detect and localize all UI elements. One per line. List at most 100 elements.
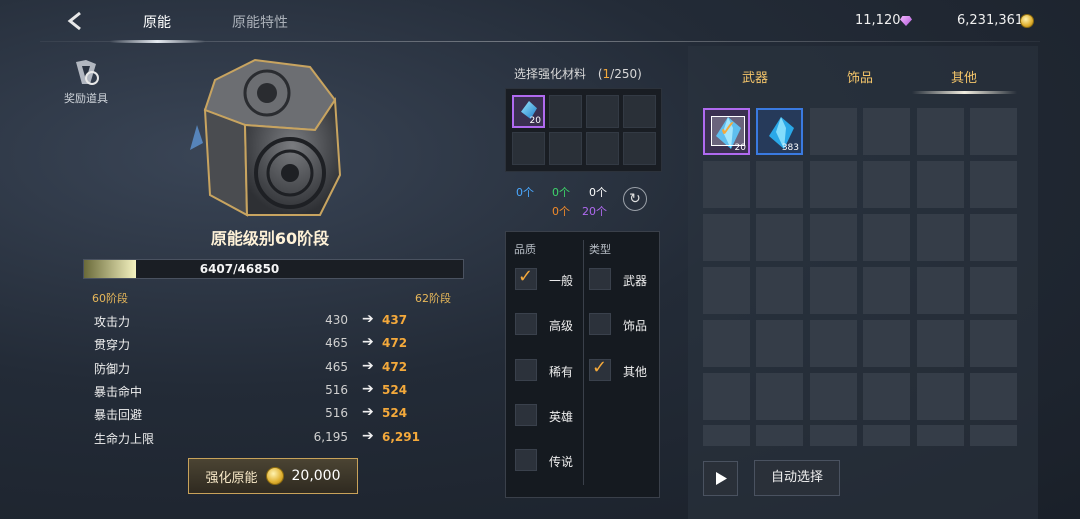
inventory-slot[interactable]: [810, 320, 857, 367]
type-label: 饰品: [623, 319, 648, 333]
inventory-tab-weapon[interactable]: 武器: [742, 67, 768, 86]
inventory-slot[interactable]: [863, 161, 910, 208]
stat-row-crit-evade: 暴击回避 516 ➔ 524: [94, 404, 424, 428]
material-slot[interactable]: 20: [512, 95, 545, 128]
stat-old-value: 465: [325, 360, 348, 374]
type-checkbox-accessory[interactable]: [589, 313, 611, 335]
stat-new-value: 472: [382, 336, 408, 350]
inventory-slot[interactable]: 383: [756, 108, 803, 155]
reward-button[interactable]: 奖励道具: [58, 58, 114, 112]
enhance-label: 强化原能: [205, 470, 258, 486]
inventory-slot[interactable]: [703, 214, 750, 261]
stat-old-value: 430: [325, 313, 348, 327]
arrow-right-icon: ➔: [362, 311, 374, 327]
inventory-slot[interactable]: [810, 425, 857, 446]
inventory-slot[interactable]: [810, 108, 857, 155]
auto-select-button[interactable]: 自动选择: [754, 460, 840, 496]
inventory-tab-accessory[interactable]: 饰品: [847, 67, 873, 86]
inventory-slot[interactable]: [917, 267, 964, 314]
stat-name: 生命力上限: [94, 432, 155, 446]
arrow-right-icon: ➔: [362, 404, 374, 420]
stat-old-value: 6,195: [313, 430, 348, 444]
filter-divider: [583, 240, 584, 485]
count-rare: 0个: [589, 186, 607, 199]
tab-core[interactable]: 原能: [143, 12, 171, 32]
quality-checkbox-advanced[interactable]: [515, 313, 537, 335]
count-advanced: 0个: [552, 186, 570, 199]
inventory-slot[interactable]: [970, 214, 1017, 261]
inventory-tab-other[interactable]: 其他: [951, 67, 977, 86]
stat-new-value: 6,291: [382, 430, 420, 444]
inventory-slot[interactable]: [810, 267, 857, 314]
type-checkbox-other[interactable]: ✓: [589, 357, 611, 381]
gold-coin-icon: [265, 467, 284, 485]
play-button[interactable]: [703, 461, 738, 496]
inventory-slot[interactable]: [703, 161, 750, 208]
enhance-cost: 20,000: [291, 468, 341, 484]
stat-new-value: 524: [382, 406, 408, 420]
inventory-slot[interactable]: [970, 373, 1017, 420]
inventory-slot[interactable]: [917, 320, 964, 367]
back-icon[interactable]: [64, 10, 86, 32]
inventory-slot[interactable]: [703, 320, 750, 367]
inventory-slot[interactable]: [756, 267, 803, 314]
material-slot[interactable]: [549, 95, 582, 128]
reset-button[interactable]: ↻: [623, 187, 647, 211]
play-icon: [716, 472, 727, 485]
inventory-slot[interactable]: [703, 373, 750, 420]
inventory-slot[interactable]: [756, 161, 803, 208]
inventory-slot[interactable]: [863, 320, 910, 367]
inventory-slot[interactable]: [756, 320, 803, 367]
material-qty: 20: [529, 116, 541, 126]
stat-new-value: 472: [382, 360, 408, 374]
inventory-slot[interactable]: [917, 214, 964, 261]
material-slot[interactable]: [549, 132, 582, 165]
quality-checkbox-legend[interactable]: [515, 449, 537, 471]
quality-checkbox-rare[interactable]: [515, 359, 537, 381]
type-header: 类型: [589, 243, 611, 256]
inventory-slot[interactable]: [917, 161, 964, 208]
inventory-slot[interactable]: [863, 267, 910, 314]
enhance-core-button[interactable]: 强化原能 20,000: [188, 458, 358, 494]
inventory-slot[interactable]: [970, 161, 1017, 208]
inventory-slot[interactable]: [863, 425, 910, 446]
count-common: 0个: [516, 186, 534, 199]
stat-row-max-hp: 生命力上限 6,195 ➔ 6,291: [94, 428, 424, 452]
inventory-slot[interactable]: [863, 373, 910, 420]
quality-label: 传说: [549, 455, 574, 469]
type-checkbox-weapon[interactable]: [589, 268, 611, 290]
inventory-slot[interactable]: [810, 373, 857, 420]
inventory-slot[interactable]: [917, 108, 964, 155]
inventory-slot[interactable]: [703, 425, 750, 446]
inventory-slot[interactable]: [917, 425, 964, 446]
xp-progress-text: 6407/46850: [199, 262, 280, 276]
quality-checkbox-hero[interactable]: [515, 404, 537, 426]
quality-checkbox-common[interactable]: ✓: [515, 266, 537, 290]
stat-name: 攻击力: [94, 315, 131, 329]
stat-name: 贯穿力: [94, 338, 131, 352]
stat-old-value: 516: [325, 406, 348, 420]
inventory-slot[interactable]: [810, 214, 857, 261]
inventory-slot[interactable]: ✓ 20: [703, 108, 750, 155]
inventory-slot[interactable]: [703, 267, 750, 314]
material-slot[interactable]: [512, 132, 545, 165]
inventory-slot[interactable]: [970, 320, 1017, 367]
count-legend: 20个: [582, 205, 607, 218]
inventory-slot[interactable]: [756, 373, 803, 420]
selected-materials-grid: 20: [505, 88, 662, 172]
material-slot[interactable]: [623, 132, 656, 165]
inventory-slot[interactable]: [810, 161, 857, 208]
inventory-slot[interactable]: [917, 373, 964, 420]
material-slot[interactable]: [586, 132, 619, 165]
inventory-slot[interactable]: [756, 425, 803, 446]
tab-core-traits[interactable]: 原能特性: [232, 12, 288, 32]
inventory-slot[interactable]: [863, 214, 910, 261]
materials-title: 选择强化材料 (1/250): [514, 67, 642, 81]
inventory-slot[interactable]: [970, 267, 1017, 314]
inventory-slot[interactable]: [970, 425, 1017, 446]
inventory-slot[interactable]: [863, 108, 910, 155]
inventory-slot[interactable]: [970, 108, 1017, 155]
inventory-slot[interactable]: [756, 214, 803, 261]
material-slot[interactable]: [623, 95, 656, 128]
material-slot[interactable]: [586, 95, 619, 128]
